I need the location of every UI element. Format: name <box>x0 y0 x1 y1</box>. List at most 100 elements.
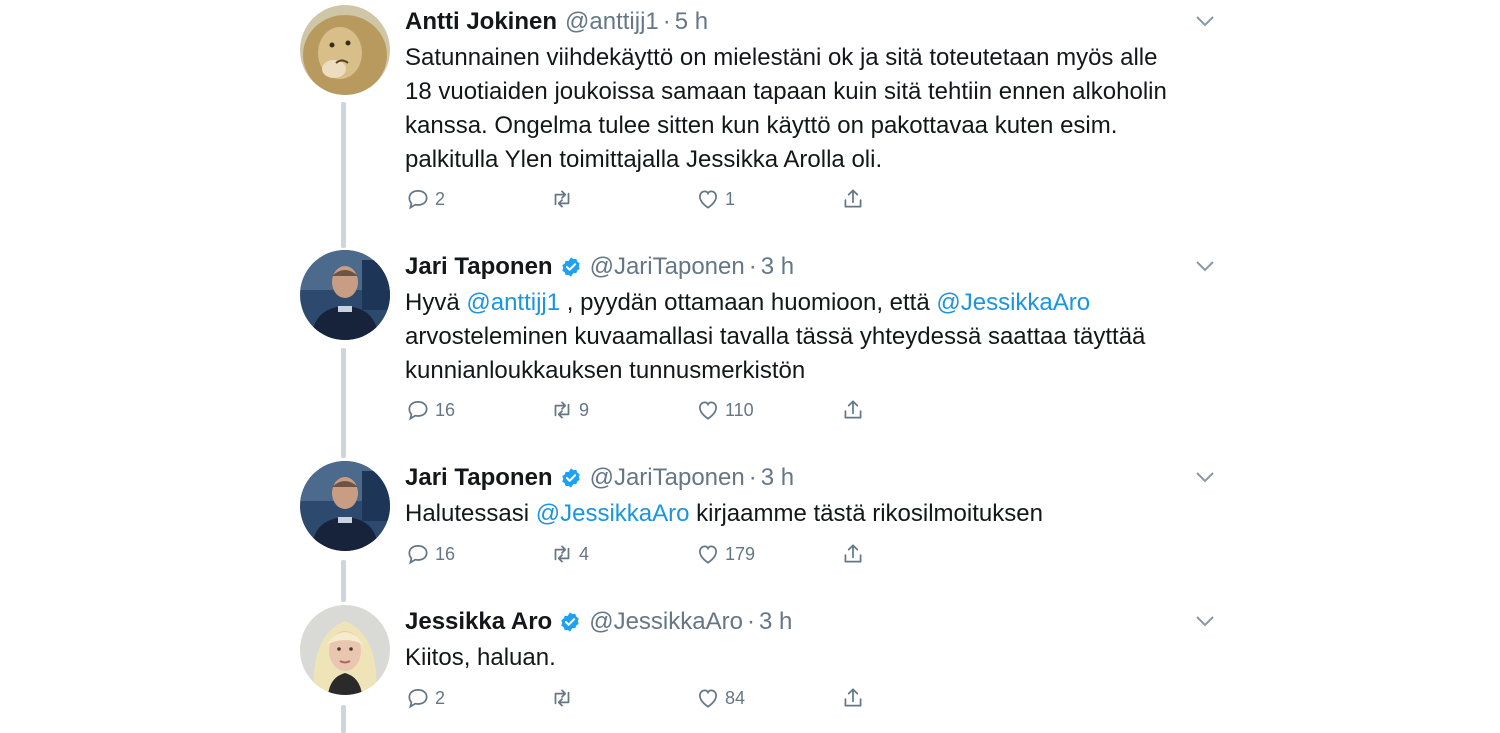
like-button[interactable]: 179 <box>695 539 755 569</box>
verified-badge-icon <box>561 468 580 488</box>
separator-dot: · <box>748 253 757 280</box>
text-segment: Halutessasi <box>405 500 536 527</box>
heart-icon <box>699 689 717 708</box>
tweet-actions: 2 1 <box>405 184 905 214</box>
reply-button[interactable]: 16 <box>405 395 455 425</box>
timestamp[interactable]: 3 h <box>761 253 794 281</box>
tweet-text-line: kanssa. Ongelma tulee sitten kun käyttö … <box>405 112 1118 139</box>
reply-count: 2 <box>435 188 446 209</box>
like-count: 1 <box>725 188 736 209</box>
police-officer-avatar-icon <box>300 461 390 551</box>
reply-count: 16 <box>435 399 456 420</box>
tweet-text-line: Kiitos, haluan. <box>405 644 556 671</box>
like-button[interactable]: 84 <box>695 683 745 713</box>
share-button[interactable] <box>840 683 870 713</box>
reply-count: 16 <box>435 543 456 564</box>
verified-badge-icon <box>561 257 580 277</box>
like-button[interactable]: 110 <box>695 395 754 425</box>
retweet-button[interactable] <box>549 184 579 214</box>
tweet-text-line: Halutessasi @JessikkaAro kirjaamme tästä… <box>405 497 1205 531</box>
handle[interactable]: @JessikkaAro <box>589 608 743 636</box>
reply-icon <box>408 689 428 709</box>
reply-icon <box>408 401 428 421</box>
reply-icon <box>408 190 428 210</box>
share-button[interactable] <box>840 184 870 214</box>
police-officer-avatar-icon <box>300 250 390 340</box>
share-icon <box>844 688 862 707</box>
handle[interactable]: @anttijj1 <box>565 8 659 36</box>
share-button[interactable] <box>840 395 870 425</box>
retweet-button[interactable]: 4 <box>549 539 589 569</box>
retweet-button[interactable]: 9 <box>549 395 589 425</box>
share-icon <box>844 400 862 419</box>
timestamp[interactable]: 3 h <box>759 608 792 636</box>
reply-button[interactable]: 2 <box>405 184 445 214</box>
retweet-count: 4 <box>579 543 590 564</box>
tweet-actions: 16 4 179 <box>405 539 905 569</box>
tweet-actions: 16 9 110 <box>405 395 905 425</box>
tweet-text: Hyvä @anttijj1 , pyydän ottamaan huomioo… <box>405 286 1205 388</box>
text-segment: kirjaamme tästä rikosilmoituksen <box>689 500 1043 527</box>
tweet-text-line: Satunnainen viihdekäyttö on mielestäni o… <box>405 44 1158 71</box>
thread-line <box>341 560 346 602</box>
tweet-menu-caret[interactable] <box>1190 465 1220 489</box>
tweet-actions: 2 84 <box>405 683 905 713</box>
heart-icon <box>699 190 717 209</box>
like-count: 110 <box>725 399 754 420</box>
display-name[interactable]: Jari Taponen <box>405 464 553 492</box>
heart-icon <box>699 401 717 420</box>
thread-line <box>341 102 346 248</box>
reply-icon <box>408 545 428 565</box>
share-icon <box>844 544 862 563</box>
share-button[interactable] <box>840 539 870 569</box>
tweet-menu-caret[interactable] <box>1190 609 1220 633</box>
like-count: 179 <box>725 543 756 564</box>
mention-link[interactable]: @JessikkaAro <box>536 500 690 527</box>
separator-dot: · <box>748 464 757 491</box>
separator-dot: · <box>746 608 755 635</box>
separator-dot: · <box>662 8 671 35</box>
handle[interactable]: @JariTaponen <box>590 464 745 492</box>
tweet-text: Halutessasi @JessikkaAro kirjaamme tästä… <box>405 497 1205 531</box>
tweet-text-line: kunnianloukkauksen tunnusmerkistön <box>405 357 806 384</box>
retweet-icon <box>554 689 570 707</box>
tweet-text-line: 18 vuotiaiden joukoissa samaan tapaan ku… <box>405 78 1167 105</box>
display-name[interactable]: Jari Taponen <box>405 253 553 281</box>
verified-badge-icon <box>561 612 579 632</box>
timestamp[interactable]: 5 h <box>675 8 708 36</box>
chevron-down-icon <box>1196 261 1214 272</box>
reply-count: 2 <box>435 687 446 708</box>
chevron-down-icon <box>1196 472 1214 483</box>
like-count: 84 <box>725 687 746 708</box>
like-button[interactable]: 1 <box>695 184 735 214</box>
text-segment: , pyydän ottamaan huomioon, että <box>560 289 937 316</box>
retweet-button[interactable] <box>549 683 579 713</box>
display-name[interactable]: Jessikka Aro <box>405 608 552 636</box>
mention-link[interactable]: @JessikkaAro <box>936 289 1090 316</box>
tweet-menu-caret[interactable] <box>1190 9 1220 33</box>
retweet-icon <box>554 190 570 208</box>
avatar[interactable] <box>300 250 390 340</box>
tweet-text-line: palkitulla Ylen toimittajalla Jessikka A… <box>405 146 883 173</box>
tweet-text: Kiitos, haluan. <box>405 641 1205 675</box>
thread-line <box>341 705 346 733</box>
blonde-woman-avatar-icon <box>300 605 390 695</box>
timestamp[interactable]: 3 h <box>761 464 794 492</box>
reply-button[interactable]: 16 <box>405 539 455 569</box>
mention-link[interactable]: @anttijj1 <box>466 289 560 316</box>
reply-button[interactable]: 2 <box>405 683 445 713</box>
heart-icon <box>699 545 717 564</box>
display-name[interactable]: Antti Jokinen <box>405 8 557 36</box>
avatar[interactable] <box>300 5 390 95</box>
avatar[interactable] <box>300 605 390 695</box>
tweet-text-line: arvosteleminen kuvaamallasi tavalla täss… <box>405 323 1146 350</box>
handle[interactable]: @JariTaponen <box>590 253 745 281</box>
tweet-menu-caret[interactable] <box>1190 254 1220 278</box>
tweet-text: Satunnainen viihdekäyttö on mielestäni o… <box>405 41 1205 177</box>
retweet-icon <box>554 545 570 563</box>
tweet-text-line: Hyvä @anttijj1 , pyydän ottamaan huomioo… <box>405 286 1205 320</box>
thread-line <box>341 348 346 458</box>
share-icon <box>844 189 862 208</box>
retweet-icon <box>554 401 570 419</box>
avatar[interactable] <box>300 461 390 551</box>
